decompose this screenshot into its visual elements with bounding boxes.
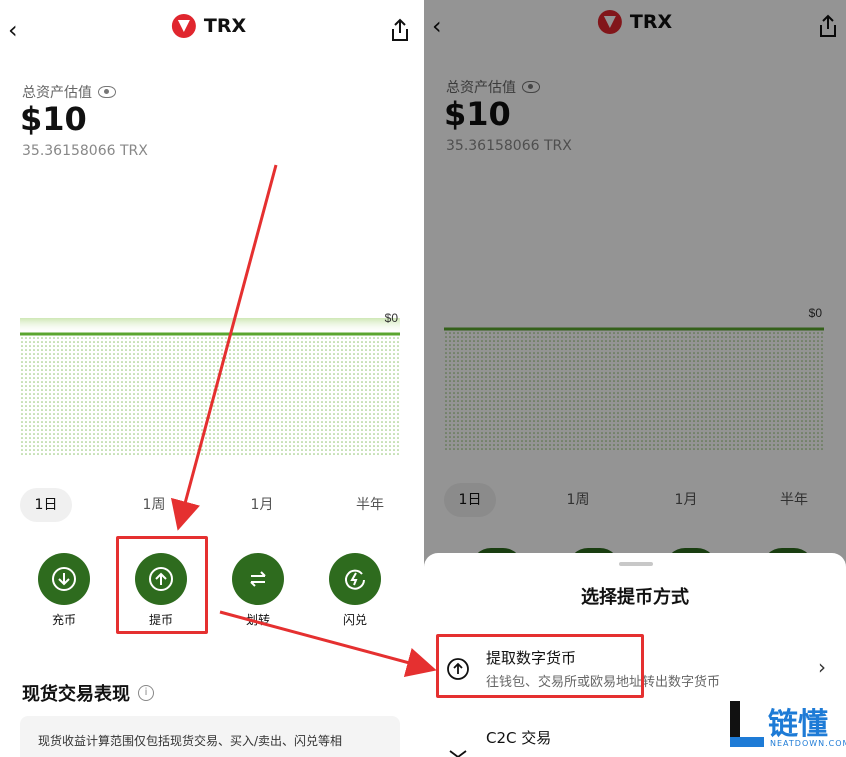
tab-1w[interactable]: 1周 — [128, 488, 180, 522]
asset-label: 总资产估值 — [22, 82, 116, 102]
trx-logo-icon — [171, 14, 196, 38]
sheet-title: 选择提币方式 — [581, 587, 689, 608]
transfer-label: 划转 — [245, 613, 270, 627]
chart-price-label: $0 — [385, 311, 399, 325]
chart-area — [20, 335, 400, 455]
chevron-right-icon: › — [818, 655, 826, 679]
price-chart: $0 — [20, 311, 400, 455]
tab-1m[interactable]: 1月 — [236, 488, 288, 522]
deposit-label: 充币 — [51, 613, 76, 627]
flash-swap-icon — [345, 569, 365, 590]
info-icon[interactable]: i — [138, 685, 154, 701]
c2c-icon — [449, 750, 467, 757]
coin-title: TRX — [171, 14, 247, 38]
share-icon[interactable] — [388, 16, 412, 44]
transfer-button[interactable]: 划转 — [223, 553, 293, 628]
withdraw-method-screen: ‹ TRX 总资产估值 $10 35.36158066 TRX $0 1日 1周… — [424, 0, 846, 757]
watermark-sub: NEATDOWN.COM — [770, 739, 846, 748]
option-title-c2c: C2C 交易 — [486, 729, 552, 747]
sheet-handle[interactable] — [619, 562, 653, 566]
watermark-text: 链懂 — [768, 707, 828, 742]
section-title-text: 现货交易表现 — [22, 684, 130, 705]
watermark: 链懂 NEATDOWN.COM — [726, 699, 846, 755]
highlight-option-box — [436, 634, 644, 698]
watermark-logo-icon — [730, 701, 764, 747]
coin-name: TRX — [203, 15, 247, 37]
chart-glow — [20, 318, 400, 334]
top-bar: ‹ TRX — [0, 12, 418, 48]
asset-value: $10 — [20, 100, 87, 138]
deposit-icon — [52, 567, 76, 591]
flash-swap-label: 闪兑 — [342, 613, 367, 627]
eye-icon[interactable] — [98, 86, 116, 98]
tab-1d[interactable]: 1日 — [20, 488, 72, 522]
spot-performance-title: 现货交易表现 i — [22, 680, 154, 706]
asset-sub-value: 35.36158066 TRX — [22, 143, 148, 159]
transfer-icon — [250, 571, 266, 587]
deposit-button[interactable]: 充币 — [29, 553, 99, 628]
asset-label-text: 总资产估值 — [22, 85, 92, 101]
asset-detail-screen: ‹ TRX 总资产估值 $10 35.36158066 TRX $0 1日 1周… — [0, 0, 418, 757]
action-row: 充币 提币 划转 闪兑 — [0, 553, 418, 633]
spot-note: 现货收益计算范围仅包括现货交易、买入/卖出、闪兑等相 — [20, 716, 400, 757]
back-button[interactable]: ‹ — [8, 16, 30, 44]
period-tabs: 1日 1周 1月 半年 — [20, 488, 400, 522]
tab-half-year[interactable]: 半年 — [344, 488, 396, 522]
highlight-withdraw-box — [116, 536, 208, 634]
flash-swap-button[interactable]: 闪兑 — [320, 553, 390, 628]
